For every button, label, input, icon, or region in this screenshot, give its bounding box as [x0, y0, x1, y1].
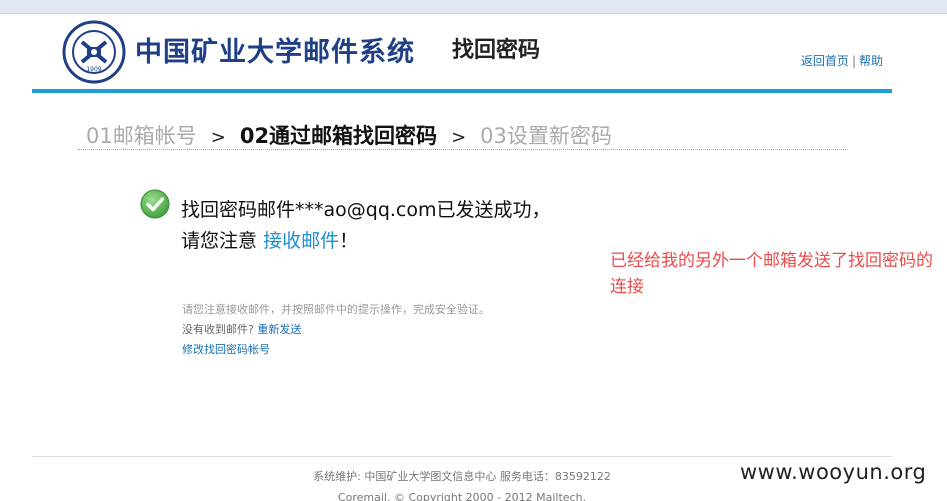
- steps-divider: [78, 149, 848, 150]
- seal-year: 1909: [86, 66, 101, 73]
- annotation-note: 已经给我的另外一个邮箱发送了找回密码的连接: [610, 251, 933, 297]
- receive-mail-link[interactable]: 接收邮件: [263, 230, 339, 252]
- sent-confirmation: 找回密码邮件***ao@qq.com已发送成功，: [181, 199, 551, 221]
- instruction-text: 请您注意接收邮件，并按照邮件中的提示操作，完成安全验证。: [182, 303, 490, 316]
- step-arrow: >: [210, 127, 226, 148]
- not-received-label: 没有收到邮件?: [182, 323, 254, 336]
- step-set-new-password: 03设置新密码: [480, 124, 612, 148]
- receive-prompt-suffix: ！: [339, 230, 359, 252]
- receive-prompt: 请您注意 接收邮件！: [181, 226, 551, 257]
- home-link[interactable]: 返回首页: [801, 54, 849, 68]
- success-check-icon: [140, 189, 170, 219]
- status-message: 找回密码邮件***ao@qq.com已发送成功， 请您注意 接收邮件！: [181, 195, 551, 257]
- step-recover-by-email: 02通过邮箱找回密码: [239, 124, 438, 148]
- browser-top-strip: [0, 0, 947, 14]
- step-arrow: >: [451, 127, 467, 148]
- change-account-row: 修改找回密码帐号: [182, 340, 490, 360]
- help-hints: 请您注意接收邮件，并按照邮件中的提示操作，完成安全验证。 没有收到邮件? 重新发…: [182, 300, 490, 360]
- receive-prompt-prefix: 请您注意: [181, 230, 258, 252]
- university-seal-icon: 1909: [62, 20, 126, 84]
- header-divider: [32, 89, 892, 93]
- step-email-account: 01邮箱帐号: [86, 124, 197, 148]
- brand-title: 中国矿业大学邮件系统: [135, 37, 415, 68]
- top-links: 返回首页 | 帮助: [801, 52, 883, 69]
- footer-copyright: Coremail. © Copyright 2000 - 2012 Mailte…: [337, 491, 587, 501]
- resend-row: 没有收到邮件? 重新发送: [182, 320, 490, 340]
- link-separator: |: [851, 54, 856, 68]
- footer-divider: [32, 456, 892, 457]
- watermark: www.wooyun.org: [740, 460, 927, 484]
- page-title: 找回密码: [452, 38, 541, 63]
- resend-link[interactable]: 重新发送: [257, 323, 301, 336]
- change-account-link[interactable]: 修改找回密码帐号: [182, 343, 270, 356]
- progress-steps: 01邮箱帐号 >02通过邮箱找回密码 >03设置新密码: [86, 120, 612, 150]
- help-link[interactable]: 帮助: [859, 54, 883, 68]
